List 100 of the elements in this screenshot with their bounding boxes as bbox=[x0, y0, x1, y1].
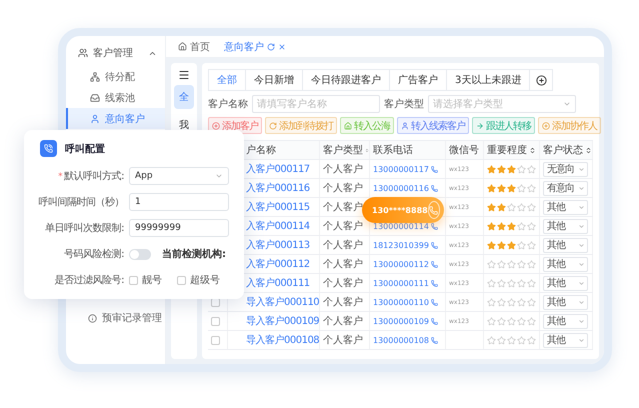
column-header[interactable]: 客户类型 bbox=[320, 141, 370, 159]
phone-link[interactable]: 13000000114 bbox=[373, 222, 429, 230]
star-icon bbox=[497, 336, 506, 344]
phone-link[interactable]: 13000000111 bbox=[373, 278, 429, 288]
status-select[interactable]: 其他 bbox=[543, 256, 588, 272]
field-note: 当前检测机构: bbox=[162, 248, 226, 261]
status-select[interactable]: 其他 bbox=[543, 314, 588, 328]
filter-label: 客户类型 bbox=[384, 98, 424, 111]
plus-circle-icon bbox=[212, 122, 220, 130]
input-field[interactable]: 1 bbox=[129, 193, 229, 211]
action-button[interactable]: 添加到待拨打 bbox=[265, 117, 337, 134]
scope-tab[interactable]: 全 bbox=[174, 85, 194, 109]
phone-link[interactable]: 13000000110 bbox=[373, 298, 429, 306]
phone-icon[interactable] bbox=[431, 242, 438, 248]
call-mode-select[interactable]: App bbox=[129, 167, 229, 185]
filter-tab[interactable]: 广告客户 bbox=[390, 70, 447, 90]
star-icon bbox=[487, 298, 496, 306]
star-icon bbox=[497, 240, 506, 250]
status-select[interactable]: 其他 bbox=[543, 294, 588, 310]
filter-tab[interactable]: 全部 bbox=[209, 70, 246, 90]
required-mark: * bbox=[58, 172, 62, 182]
status-select[interactable]: 其他 bbox=[543, 332, 588, 348]
users-icon bbox=[78, 48, 88, 58]
status-select[interactable]: 其他 bbox=[543, 218, 588, 234]
phone-icon[interactable] bbox=[431, 318, 438, 324]
phone-icon[interactable] bbox=[431, 280, 438, 286]
star-icon bbox=[507, 316, 516, 326]
action-button[interactable]: 转入公海 bbox=[340, 117, 394, 134]
sidebar-item[interactable]: 线索池 bbox=[66, 87, 165, 108]
customer-name-link[interactable]: 导入客户000108 bbox=[228, 331, 320, 349]
toggle-switch[interactable] bbox=[129, 248, 151, 260]
checkbox[interactable] bbox=[177, 276, 186, 284]
status-select[interactable]: 无意向 bbox=[543, 162, 588, 176]
sidebar-group[interactable]: 客户管理 bbox=[66, 40, 165, 66]
phone-link[interactable]: 13000000116 bbox=[373, 184, 429, 192]
star-icon bbox=[507, 222, 516, 230]
menu-icon[interactable] bbox=[178, 69, 190, 81]
table-cell: 个人客户 bbox=[320, 293, 370, 311]
sidebar-item[interactable]: 意向客户 bbox=[66, 108, 165, 129]
status-select[interactable]: 其他 bbox=[543, 276, 588, 290]
add-tab-icon[interactable] bbox=[536, 74, 547, 86]
phone-icon[interactable] bbox=[431, 298, 438, 306]
star-icon bbox=[497, 202, 506, 212]
status-select[interactable]: 有意向 bbox=[543, 180, 588, 196]
star-icon bbox=[507, 240, 516, 250]
inbox-icon bbox=[90, 92, 100, 102]
phone-link[interactable]: 13000000112 bbox=[373, 260, 429, 268]
info-icon bbox=[88, 314, 97, 322]
sidebar-item[interactable]: 预审记录管理 bbox=[66, 306, 165, 330]
star-icon bbox=[487, 164, 496, 174]
star-icon bbox=[507, 184, 516, 192]
star-icon bbox=[517, 202, 526, 212]
phone-icon[interactable] bbox=[431, 184, 438, 192]
star-icon bbox=[527, 336, 536, 344]
chevron-down-icon bbox=[578, 204, 585, 210]
star-icon bbox=[497, 222, 506, 230]
phone-link[interactable]: 18123010399 bbox=[373, 240, 429, 250]
call-button[interactable]: 130****8888 bbox=[362, 197, 444, 223]
phone-icon[interactable] bbox=[431, 166, 438, 172]
refresh-icon bbox=[269, 122, 277, 130]
phone-link[interactable]: 13000000109 bbox=[373, 316, 429, 326]
chevron-down-icon bbox=[578, 222, 585, 230]
checkbox-label: 超级号 bbox=[190, 274, 220, 287]
star-icon bbox=[527, 298, 536, 306]
arrow-right-icon bbox=[476, 122, 484, 130]
star-icon bbox=[527, 222, 536, 230]
phone-link[interactable]: 13000000117 bbox=[373, 164, 429, 174]
action-button[interactable]: 跟进人转移 bbox=[472, 117, 535, 134]
page-tab[interactable]: 首页 bbox=[178, 40, 210, 54]
page-tab[interactable]: 意向客户 bbox=[224, 40, 286, 54]
filter-tab[interactable]: 3天以上未跟进 bbox=[447, 70, 530, 90]
input-field[interactable]: 99999999 bbox=[129, 219, 229, 237]
table-cell: 个人客户 bbox=[320, 160, 370, 178]
table-cell: 个人客户 bbox=[320, 236, 370, 254]
chevron-down-icon bbox=[578, 242, 585, 248]
customer-name-link[interactable]: 导入客户000109 bbox=[228, 312, 320, 330]
star-icon bbox=[497, 278, 506, 288]
checkbox[interactable] bbox=[129, 276, 138, 284]
column-header: 联系电话 bbox=[370, 141, 446, 159]
row-checkbox[interactable] bbox=[211, 336, 220, 344]
handset-icon bbox=[429, 206, 438, 214]
row-checkbox[interactable] bbox=[211, 316, 220, 326]
phone-link[interactable]: 13000000108 bbox=[373, 336, 429, 344]
field-label: 单日呼叫次数限制: bbox=[45, 223, 124, 234]
status-select[interactable]: 其他 bbox=[543, 238, 588, 252]
chevron-down-icon bbox=[578, 336, 585, 344]
filter-tab[interactable]: 今日新增 bbox=[246, 70, 303, 90]
phone-icon[interactable] bbox=[431, 260, 438, 268]
chevron-down-icon bbox=[578, 184, 585, 192]
phone-icon[interactable] bbox=[431, 222, 438, 230]
column-header[interactable]: 重要程度 bbox=[484, 141, 540, 159]
action-button[interactable]: 添加协作人 bbox=[538, 117, 601, 134]
table-cell: 个人客户 bbox=[320, 255, 370, 273]
star-icon bbox=[517, 260, 526, 268]
phone-icon[interactable] bbox=[431, 336, 438, 344]
column-header[interactable]: 客户状态 bbox=[540, 141, 593, 159]
filter-tab[interactable]: 今日待跟进客户 bbox=[303, 70, 390, 90]
sidebar-item[interactable]: 待分配 bbox=[66, 66, 165, 87]
status-select[interactable]: 其他 bbox=[543, 200, 588, 214]
action-button[interactable]: 转入线索客户 bbox=[397, 117, 469, 134]
